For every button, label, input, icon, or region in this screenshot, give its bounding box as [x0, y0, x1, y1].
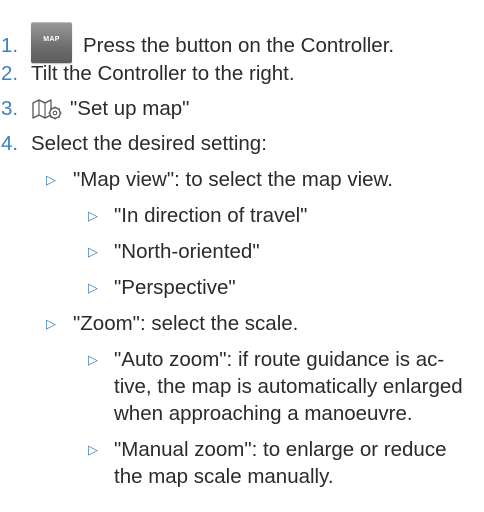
setting-text: "Zoom": select the scale. — [73, 312, 299, 335]
option-text-line: when approaching a manoeuvre. — [114, 402, 413, 425]
step-number: 1. — [1, 34, 19, 57]
option-perspective: ▷ "Perspective" — [0, 274, 484, 301]
option-text-line: tive, the map is automatically enlarged — [114, 375, 463, 398]
bullet-icon: ▷ — [88, 244, 98, 259]
bullet-icon: ▷ — [88, 352, 98, 367]
step-4: 4. Select the desired setting: — [0, 130, 484, 157]
setting-text: "Map view": to select the map view. — [73, 168, 393, 191]
option-text-line: "Manual zoom": to enlarge or reduce — [114, 438, 447, 461]
step-text: Press the button on the Controller. — [83, 34, 395, 57]
option-text-line: the map scale manually. — [114, 465, 334, 488]
step-text: "Set up map" — [70, 97, 190, 120]
map-button-icon: MAP — [31, 22, 72, 63]
option-text-line: "Auto zoom": if route guidance is ac- — [114, 348, 445, 371]
bullet-icon: ▷ — [46, 172, 56, 187]
option-text: "Perspective" — [114, 276, 236, 299]
map-settings-icon — [32, 99, 62, 120]
bullet-icon: ▷ — [88, 442, 98, 457]
step-text: Select the desired setting: — [31, 132, 267, 155]
step-number: 2. — [1, 62, 19, 85]
bullet-icon: ▷ — [88, 208, 98, 223]
option-text: "North-oriented" — [114, 240, 260, 263]
setting-map-view: ▷ "Map view": to select the map view. — [0, 166, 484, 193]
bullet-icon: ▷ — [88, 280, 98, 295]
step-1: 1. MAP Press the button on the Controlle… — [0, 22, 484, 63]
option-in-direction-of-travel: ▷ "In direction of travel" — [0, 202, 484, 229]
option-north-oriented: ▷ "North-oriented" — [0, 238, 484, 265]
step-text: Tilt the Controller to the right. — [31, 62, 295, 85]
step-2: 2. Tilt the Controller to the right. — [0, 60, 484, 87]
option-manual-zoom: ▷ "Manual zoom": to enlarge or reduce th… — [0, 436, 484, 490]
step-number: 3. — [1, 97, 19, 120]
step-number: 4. — [1, 132, 19, 155]
step-3: 3. "Set up map" — [0, 95, 484, 122]
map-button-label: MAP — [43, 36, 60, 43]
option-text: "In direction of travel" — [114, 204, 308, 227]
bullet-icon: ▷ — [46, 316, 56, 331]
setting-zoom: ▷ "Zoom": select the scale. — [0, 310, 484, 337]
option-auto-zoom: ▷ "Auto zoom": if route guidance is ac- … — [0, 346, 484, 427]
